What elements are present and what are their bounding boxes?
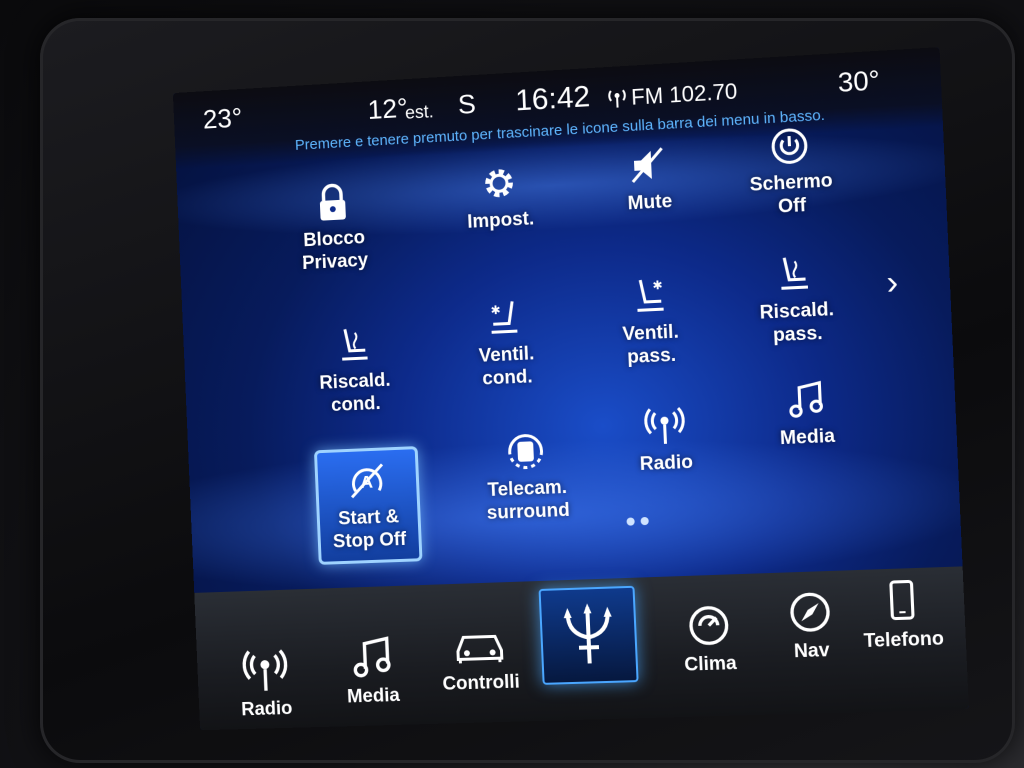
bottom-controls-button[interactable]: Controlli [429,623,531,696]
compass-heading: S [457,88,477,120]
bottom-radio-button[interactable]: Radio [216,646,316,722]
ventilated-seat-icon: ✱ [484,297,525,339]
power-icon [769,126,809,167]
start-stop-off-icon: A [345,460,390,501]
radio-station[interactable]: FM 102.70 [631,78,738,110]
page-dot [640,516,649,526]
outside-temperature-label: est. [404,101,435,123]
next-page-chevron-icon[interactable]: › [886,263,899,303]
passenger-temperature[interactable]: 30° [837,65,880,99]
svg-text:✱: ✱ [490,303,501,318]
music-note-icon [784,378,827,420]
music-note-icon [348,634,395,681]
radio-icon [242,647,288,694]
heated-seat-icon [774,252,817,294]
bottom-nav-button[interactable]: Nav [758,588,863,664]
clock: 16:42 [514,80,591,118]
svg-text:✱: ✱ [652,278,663,293]
media-shortcut-button[interactable]: Media [739,376,875,451]
home-trident-button[interactable] [538,585,639,685]
privacy-lock-button[interactable]: Blocco Privacy [269,179,400,277]
infotainment-screen: 23° 12° est. S 16:42 FM 102.70 30° Preme… [172,47,969,731]
trident-logo-icon [559,602,618,663]
car-head-unit: 23° 12° est. S 16:42 FM 102.70 30° Preme… [0,0,1024,768]
heated-seat-icon [333,324,374,365]
driver-seat-ventilation-button[interactable]: ✱ Ventil. cond. [440,295,573,393]
surround-camera-icon [503,431,548,473]
passenger-seat-ventilation-button[interactable]: ✱ Ventil. pass. [583,272,718,370]
screen-off-button[interactable]: Schermo Off [723,123,860,221]
climate-icon [686,603,732,649]
gear-icon [478,162,519,204]
bottom-climate-button[interactable]: Clima [657,602,761,678]
page-indicator [623,512,652,531]
car-icon [451,624,508,668]
outside-temperature: 12° [367,92,409,125]
radio-shortcut-button[interactable]: Radio [599,403,733,478]
driver-temperature[interactable]: 23° [202,103,243,136]
bottom-phone-button[interactable]: Telefono [850,577,956,654]
passenger-seat-heating-button[interactable]: Riscald. pass. [728,250,865,349]
radio-icon [644,405,686,447]
settings-button[interactable]: Impost. [434,160,566,236]
mute-icon [627,144,669,186]
mute-button[interactable]: Mute [582,141,716,217]
radio-signal-icon [605,84,630,116]
ventilated-seat-icon: ✱ [628,275,670,317]
compass-icon [787,589,834,635]
surround-camera-button[interactable]: Telecam. surround [460,429,593,526]
driver-seat-heating-button[interactable]: Riscald. cond. [289,322,420,419]
phone-icon [886,578,919,624]
start-stop-off-button[interactable]: A Start & Stop Off [313,446,423,565]
lock-icon [314,182,351,221]
bottom-media-button[interactable]: Media [322,633,423,709]
page-dot [626,517,635,526]
